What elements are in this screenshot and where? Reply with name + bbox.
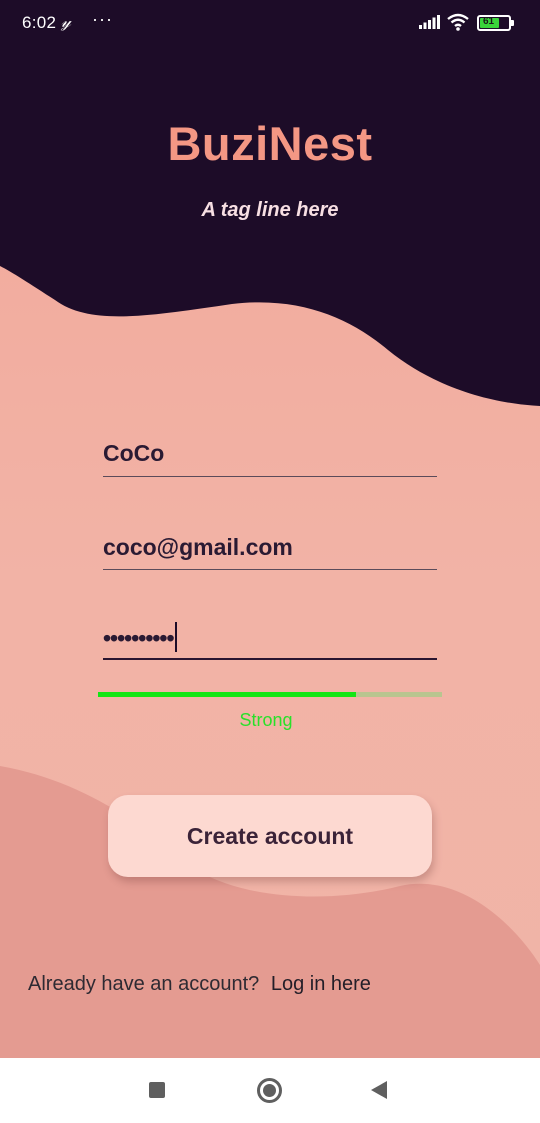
login-prompt-text: Already have an account? (28, 973, 260, 995)
battery-tip (511, 20, 514, 26)
app-tagline: A tag line here (201, 199, 339, 221)
password-field-underline (103, 658, 437, 660)
email-field-underline (103, 569, 437, 570)
home-icon[interactable] (257, 1078, 282, 1103)
email-field-value: coco@gmail.com (103, 534, 293, 560)
app-screen: 6:02 𝓎 ··· 61 BuziNest A tag line here C… (0, 0, 540, 1058)
app-title: BuziNest (167, 117, 373, 170)
create-account-button[interactable]: Create account (108, 795, 432, 877)
recents-icon[interactable] (149, 1082, 165, 1098)
email-field[interactable]: coco@gmail.com (103, 532, 437, 572)
battery-level: 61 (483, 16, 495, 27)
password-field[interactable]: •••••••••• (103, 618, 437, 662)
back-icon[interactable] (371, 1081, 387, 1099)
login-prompt-row: Already have an account? Log in here (28, 973, 371, 996)
name-field-underline (103, 476, 437, 477)
password-mask: •••••••••• (103, 625, 175, 651)
login-link[interactable]: Log in here (271, 973, 371, 995)
status-time: 6:02 (22, 13, 57, 32)
carrier-icon: 𝓎 (61, 12, 71, 32)
password-strength-fill (98, 692, 356, 697)
password-strength-label: Strong (239, 710, 293, 730)
password-field-value: •••••••••• (103, 622, 177, 652)
signal-icon (419, 15, 440, 29)
wifi-icon (447, 13, 469, 31)
system-nav-bar (0, 1058, 540, 1123)
password-strength-meter (98, 692, 442, 697)
name-field[interactable]: CoCo (103, 438, 437, 478)
more-notifications-icon: ··· (92, 9, 113, 29)
status-bar: 6:02 𝓎 ··· 61 (0, 0, 540, 46)
name-field-value: CoCo (103, 440, 165, 466)
battery-icon: 61 (477, 15, 514, 31)
text-caret (174, 622, 177, 652)
